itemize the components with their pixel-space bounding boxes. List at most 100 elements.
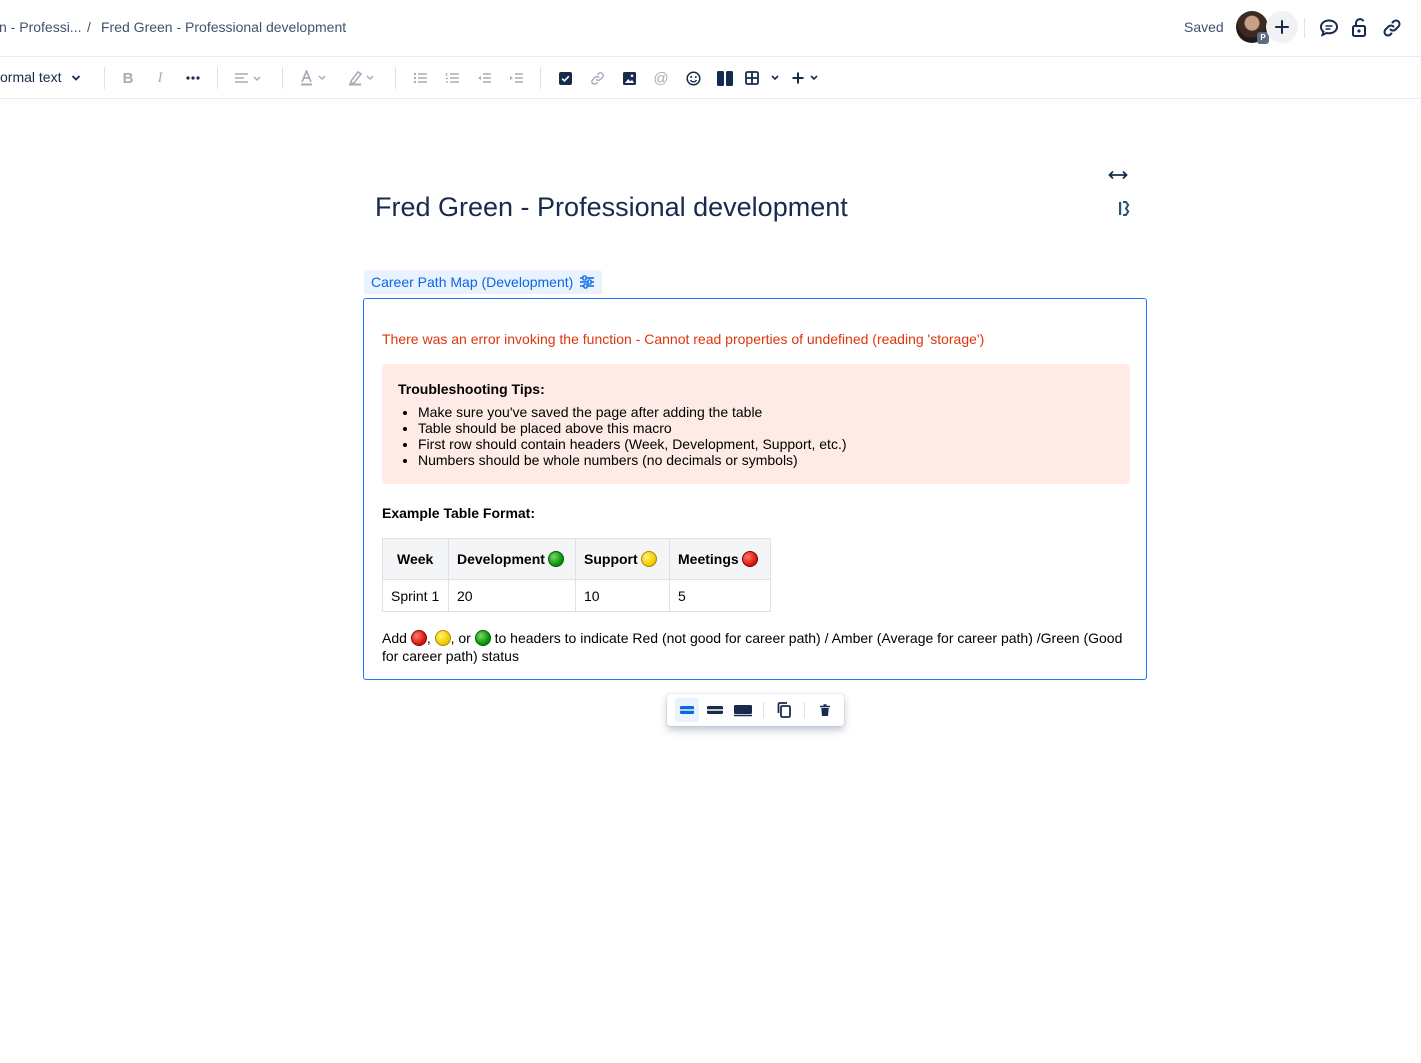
macro-label[interactable]: Career Path Map (Development) <box>364 270 603 294</box>
bold-icon: B <box>122 69 134 87</box>
restrictions-button[interactable] <box>1348 16 1372 40</box>
mention-button[interactable]: @ <box>652 67 670 89</box>
outdent-button[interactable] <box>475 67 493 89</box>
macro-name: Career Path Map (Development) <box>371 274 574 290</box>
link-icon <box>590 71 604 85</box>
align-left-icon <box>235 73 261 83</box>
copy-button[interactable] <box>772 698 796 722</box>
bullet-list-icon <box>413 72 427 84</box>
plus-icon <box>792 72 818 84</box>
alignment-button[interactable] <box>233 67 265 89</box>
comment-icon <box>1319 19 1339 37</box>
width-full-button[interactable] <box>731 698 755 722</box>
indent-button[interactable] <box>507 67 525 89</box>
italic-button[interactable]: I <box>151 67 169 89</box>
highlight-button[interactable] <box>346 67 378 89</box>
insert-more-button[interactable] <box>790 67 822 89</box>
divider <box>763 702 764 718</box>
width-full-icon <box>734 705 752 717</box>
settings-sliders-icon[interactable] <box>579 275 595 289</box>
image-button[interactable] <box>620 67 638 89</box>
list-item: Table should be placed above this macro <box>418 420 847 436</box>
page-options-icon <box>1119 201 1130 216</box>
table-header: Development <box>448 538 576 580</box>
page-title[interactable]: Fred Green - Professional development <box>375 192 848 223</box>
status-note: Add , , or to headers to indicate Red (n… <box>382 630 1123 664</box>
copy-icon <box>777 702 791 718</box>
example-title: Example Table Format: <box>382 505 536 521</box>
editor-toolbar: ormal text B I @ <box>0 57 1421 99</box>
yellow-circle-icon <box>434 630 451 646</box>
list-item: Numbers should be whole numbers (no deci… <box>418 452 847 468</box>
divider <box>1304 18 1305 38</box>
divider <box>540 67 541 89</box>
top-bar: n - Professi... / Fred Green - Professio… <box>0 0 1421 57</box>
layouts-button[interactable] <box>716 67 734 89</box>
green-circle-icon <box>474 630 491 646</box>
link-icon <box>1383 19 1401 37</box>
divider <box>804 702 805 718</box>
example-table: Week Development Support Meetings Sprint… <box>382 538 771 612</box>
breadcrumb-current[interactable]: Fred Green - Professional development <box>101 19 346 35</box>
emoji-button[interactable] <box>684 67 702 89</box>
tips-title: Troubleshooting Tips: <box>398 381 545 397</box>
action-item-button[interactable] <box>556 67 574 89</box>
text-color-button[interactable] <box>298 67 330 89</box>
width-default-button[interactable] <box>675 698 699 722</box>
italic-icon: I <box>157 69 163 86</box>
width-wide-button[interactable] <box>703 698 727 722</box>
indent-icon <box>510 73 523 83</box>
green-circle-icon <box>547 551 564 567</box>
bullet-list-button[interactable] <box>411 67 429 89</box>
outdent-icon <box>478 73 491 83</box>
text-style-chevron[interactable] <box>68 67 84 89</box>
table-header: Week <box>382 538 449 580</box>
checkbox-icon <box>558 71 572 85</box>
red-circle-icon <box>410 630 427 646</box>
table-row: Sprint 1 20 10 5 <box>382 579 771 612</box>
more-formatting-button[interactable] <box>184 67 202 89</box>
table-header: Meetings <box>669 538 771 580</box>
width-wide-icon <box>707 706 723 714</box>
macro-floating-toolbar <box>667 694 844 726</box>
numbered-list-icon <box>445 73 459 83</box>
layout-columns-icon <box>717 70 733 86</box>
comments-button[interactable] <box>1317 16 1341 40</box>
table-cell: 20 <box>448 579 576 612</box>
invite-button[interactable] <box>1266 11 1298 43</box>
page-options-button[interactable] <box>1116 199 1134 219</box>
table-cell: Sprint 1 <box>382 579 449 612</box>
troubleshooting-panel: Troubleshooting Tips: Make sure you've s… <box>382 364 1130 484</box>
text-style-dropdown[interactable]: ormal text <box>0 69 61 85</box>
table-header: Support <box>575 538 670 580</box>
breadcrumb-parent[interactable]: n - Professi... <box>0 19 81 35</box>
highlight-icon <box>349 70 374 86</box>
table-icon <box>745 71 779 85</box>
expand-width-icon <box>1108 170 1128 180</box>
full-width-toggle[interactable] <box>1106 166 1130 184</box>
table-header-row: Week Development Support Meetings <box>382 538 771 580</box>
list-item: First row should contain headers (Week, … <box>418 436 847 452</box>
macro-container[interactable]: There was an error invoking the function… <box>363 298 1147 680</box>
trash-icon <box>820 703 830 716</box>
mention-icon: @ <box>653 69 669 87</box>
error-message: There was an error invoking the function… <box>382 331 985 347</box>
divider <box>395 67 396 89</box>
bold-button[interactable]: B <box>119 67 137 89</box>
delete-button[interactable] <box>813 698 837 722</box>
width-default-icon <box>680 706 694 714</box>
divider <box>217 67 218 89</box>
divider <box>282 67 283 89</box>
image-icon <box>622 71 636 85</box>
table-cell: 10 <box>575 579 670 612</box>
unlock-icon <box>1352 18 1366 37</box>
saved-status: Saved <box>1184 19 1224 35</box>
copy-link-button[interactable] <box>1380 16 1404 40</box>
numbered-list-button[interactable] <box>443 67 461 89</box>
more-icon <box>186 76 200 80</box>
plus-icon <box>1275 20 1289 34</box>
table-button[interactable] <box>744 67 784 89</box>
breadcrumb-separator: / <box>87 19 91 35</box>
link-button[interactable] <box>588 67 606 89</box>
list-item: Make sure you've saved the page after ad… <box>418 404 847 420</box>
